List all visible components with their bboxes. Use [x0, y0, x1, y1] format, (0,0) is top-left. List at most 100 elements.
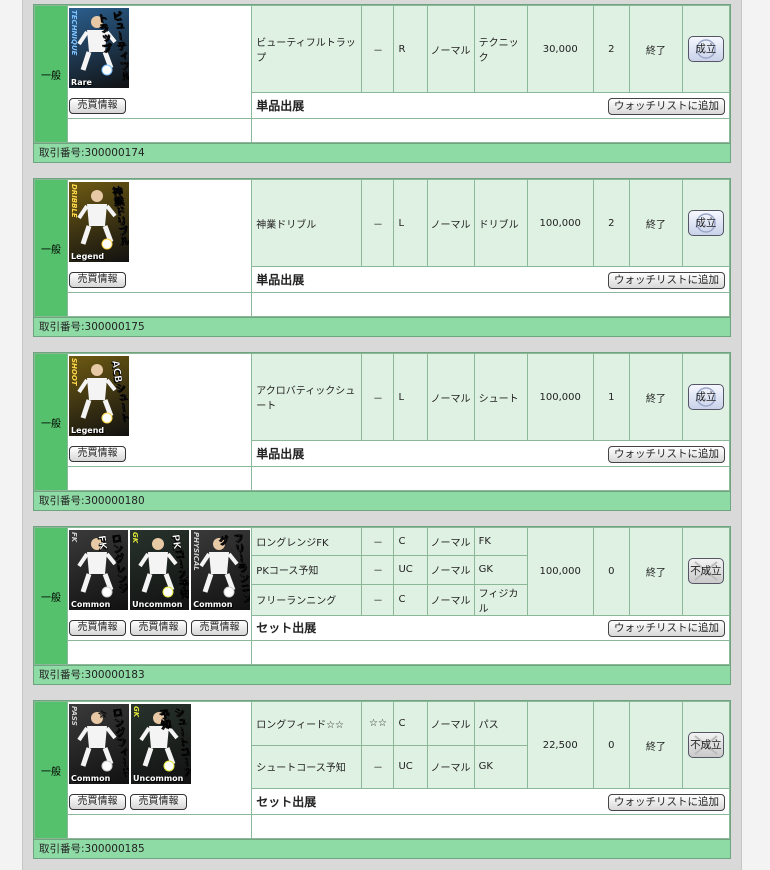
result-cell: 成立: [681, 4, 731, 94]
card-category: TECHNIQUE: [70, 10, 79, 56]
trade-success-button[interactable]: 成立: [687, 210, 724, 237]
trade-success-button[interactable]: 成立: [687, 384, 724, 411]
listing-type: 単品出展: [256, 98, 305, 113]
transaction-id: 取引番号:300000180: [34, 491, 730, 510]
listing-type-row: セット出展 ウォッチリストに追加: [251, 788, 730, 815]
skill-rank: L: [393, 178, 428, 268]
buy-info-button[interactable]: 売買情報: [69, 620, 127, 636]
card-category: PHYSICAL: [192, 532, 201, 571]
trade-success-button[interactable]: 成立: [687, 36, 724, 63]
card-category: PASS: [70, 706, 79, 726]
skill-card[interactable]: SHOOT ACBシュート Legend: [69, 356, 130, 436]
empty-cell: [67, 292, 253, 317]
card-rarity: Common: [71, 774, 111, 783]
card-rarity: Common: [193, 600, 233, 609]
add-to-watchlist-button[interactable]: ウォッチリストに追加: [608, 793, 725, 811]
transaction-id: 取引番号:300000174: [34, 143, 730, 162]
price: 100,000: [526, 527, 594, 616]
listing-type: 単品出展: [256, 272, 305, 287]
card-category: GK: [132, 706, 141, 718]
skill-rank: R: [393, 4, 428, 94]
skill-rank: UC: [393, 555, 428, 585]
skill-card[interactable]: TECHNIQUE ビューティフルトラップ Rare: [69, 8, 130, 88]
listing-type-row: 単品出展 ウォッチリストに追加: [251, 440, 730, 467]
result-label: 不成立: [690, 565, 722, 578]
listing-type: セット出展: [256, 794, 317, 809]
card-rarity: Rare: [71, 78, 92, 87]
buy-info-buttons: 売買情報: [69, 446, 250, 462]
add-to-watchlist-button[interactable]: ウォッチリストに追加: [608, 445, 725, 463]
skill-card[interactable]: DRIBBLE 神業ドリブル Legend: [69, 182, 130, 262]
card-list: DRIBBLE 神業ドリブル Legend: [69, 182, 250, 262]
card-list: SHOOT ACBシュート Legend: [69, 356, 250, 436]
buy-info-buttons: 売買情報 売買情報 売買情報: [69, 620, 250, 636]
result-cell: 成立: [681, 178, 731, 268]
listing: 一般 FK ロングレンジFK Common GK PKコース予知 Uncommon PHYSI…: [33, 526, 731, 685]
result-cell: 不成立: [681, 700, 731, 790]
buy-info-button[interactable]: 売買情報: [130, 620, 188, 636]
bid-count: 2: [592, 178, 630, 268]
listing: 一般 PASS ロングフィード☆ Common GK シュートコース予知 Uncommon 売…: [33, 700, 731, 859]
listing-type-row: 単品出展 ウォッチリストに追加: [251, 92, 730, 119]
skill-name: PKコース予知: [251, 555, 363, 585]
buy-info-button[interactable]: 売買情報: [130, 794, 188, 810]
skill-rank: C: [393, 526, 428, 557]
buy-info-buttons: 売買情報 売買情報: [69, 794, 250, 810]
listing-type: 単品出展: [256, 446, 305, 461]
price: 30,000: [526, 4, 594, 94]
add-to-watchlist-button[interactable]: ウォッチリストに追加: [608, 271, 725, 289]
skill-name: ロングフィード☆☆: [251, 701, 363, 746]
card-category: FK: [70, 532, 79, 543]
bid-count: 2: [592, 4, 630, 94]
skill-card[interactable]: GK シュートコース予知 Uncommon: [131, 704, 192, 784]
buy-info-button[interactable]: 売買情報: [69, 794, 127, 810]
skill-card[interactable]: FK ロングレンジFK Common: [69, 530, 129, 610]
skill-category: GK: [473, 744, 528, 790]
card-rarity: Common: [71, 600, 111, 609]
buy-info-buttons: 売買情報: [69, 272, 250, 288]
category-cell: 一般: [33, 353, 69, 491]
price: 22,500: [526, 700, 594, 790]
skill-category: テクニック: [473, 4, 528, 94]
empty-cell: [67, 466, 253, 491]
auction-state: 終了: [628, 4, 683, 94]
empty-cell: [67, 118, 253, 143]
skill-stars: －: [361, 555, 395, 585]
bid-count: 0: [592, 700, 630, 790]
card-rarity: Legend: [71, 252, 105, 261]
card-rarity: Legend: [71, 426, 105, 435]
buy-info-button[interactable]: 売買情報: [69, 272, 127, 288]
skill-rank: C: [393, 583, 428, 616]
skill-card[interactable]: PHYSICAL フリーランニング Common: [191, 530, 251, 610]
skill-kind: ノーマル: [426, 555, 475, 585]
add-to-watchlist-button[interactable]: ウォッチリストに追加: [608, 97, 725, 115]
transaction-id: 取引番号:300000175: [34, 317, 730, 336]
result-cell: 成立: [681, 352, 731, 442]
transaction-id: 取引番号:300000185: [34, 839, 730, 858]
result-label: 不成立: [690, 739, 722, 752]
card-images: DRIBBLE 神業ドリブル Legend 売買情報: [67, 179, 253, 293]
buy-info-button[interactable]: 売買情報: [191, 620, 249, 636]
skill-card[interactable]: PASS ロングフィード☆ Common: [69, 704, 130, 784]
bid-count: 1: [592, 352, 630, 442]
buy-info-button[interactable]: 売買情報: [69, 98, 127, 114]
buy-info-button[interactable]: 売買情報: [69, 446, 127, 462]
trade-failed-button[interactable]: 不成立: [687, 558, 724, 585]
result-cell: 不成立: [681, 527, 731, 616]
empty-cell: [251, 118, 730, 143]
skill-category: GK: [473, 555, 528, 585]
add-to-watchlist-button[interactable]: ウォッチリストに追加: [608, 619, 725, 637]
skill-name: シュートコース予知: [251, 744, 363, 790]
skill-name: 神業ドリブル: [251, 178, 363, 268]
result-label: 成立: [695, 391, 717, 404]
skill-card[interactable]: GK PKコース予知 Uncommon: [130, 530, 190, 610]
category-cell: 一般: [33, 701, 69, 839]
empty-cell: [251, 814, 730, 839]
page: 一般 TECHNIQUE ビューティフルトラップ Rare 売買情報 ビューティフルトラッ…: [0, 0, 770, 870]
trade-failed-button[interactable]: 不成立: [687, 732, 724, 759]
skill-kind: ノーマル: [426, 744, 475, 790]
skill-category: フィジカル: [473, 583, 528, 616]
listing-type: セット出展: [256, 620, 317, 635]
skill-rank: C: [393, 701, 428, 746]
auction-state: 終了: [628, 352, 683, 442]
